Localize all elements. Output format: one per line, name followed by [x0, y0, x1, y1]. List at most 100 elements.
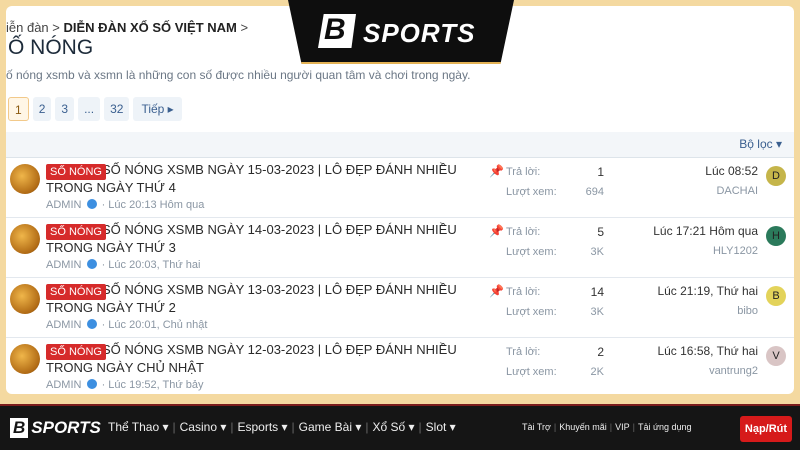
filter-button[interactable]: Bộ lọc ▾: [739, 137, 782, 151]
pin-icon: 📌: [489, 224, 504, 238]
hot-tag-badge: SỐ NÓNG: [46, 284, 106, 300]
views-label: Lượt xem:: [506, 366, 557, 378]
thread-meta: ADMIN · Lúc 20:03, Thứ hai: [46, 259, 200, 271]
author-avatar[interactable]: [10, 284, 40, 314]
page-link[interactable]: 2: [32, 97, 52, 121]
view-count: 3K: [590, 246, 604, 258]
pin-icon: 📌: [489, 164, 504, 178]
bottom-nav-item[interactable]: Game Bài ▾: [299, 420, 362, 434]
replies-label: Trả lời:: [506, 346, 541, 358]
bottom-nav-item[interactable]: Xổ Số ▾: [373, 420, 415, 434]
thread-title[interactable]: SỐ NÓNG XSMB NGÀY 12-03-2023 | LÔ ĐẸP ĐÁ…: [46, 341, 486, 377]
thread-time[interactable]: · Lúc 20:03, Thứ hai: [102, 259, 201, 271]
bottom-logo[interactable]: B SPORTS: [10, 418, 101, 438]
link-divider: |: [632, 422, 635, 432]
last-user-avatar[interactable]: V: [766, 346, 786, 366]
last-user-avatar[interactable]: D: [766, 166, 786, 186]
author-avatar[interactable]: [10, 224, 40, 254]
bottom-nav-item[interactable]: Slot ▾: [426, 420, 456, 434]
bottom-nav-item[interactable]: Thể Thao ▾: [108, 420, 169, 434]
author-name[interactable]: ADMIN: [46, 199, 81, 211]
nav-divider: |: [230, 420, 234, 434]
page-link[interactable]: 32: [104, 97, 130, 121]
deposit-withdraw-button[interactable]: Nạp/Rút: [740, 416, 792, 442]
view-count: 694: [585, 186, 604, 198]
bottom-links: Tài Trợ | Khuyến mãi | VIP | Tải ứng dụng: [522, 422, 692, 432]
bottom-link[interactable]: Khuyến mãi: [559, 422, 607, 432]
reply-count: 5: [597, 225, 604, 239]
replies-label: Trả lời:: [506, 286, 541, 298]
thread-meta: ADMIN · Lúc 19:52, Thứ bảy: [46, 379, 204, 391]
forum-panel: iễn đàn > DIỄN ĐÀN XỔ SỐ VIỆT NAM > Ố NÓ…: [6, 6, 794, 394]
page-title: Ố NÓNG: [8, 36, 94, 59]
bottom-logo-b: B: [10, 418, 29, 438]
view-count: 3K: [590, 306, 604, 318]
bottom-link[interactable]: Tải ứng dụng: [638, 422, 692, 432]
thread-title[interactable]: SỐ NÓNG XSMB NGÀY 14-03-2023 | LÔ ĐẸP ĐÁ…: [46, 221, 486, 257]
breadcrumb-prefix[interactable]: iễn đàn: [6, 20, 49, 35]
thread-title[interactable]: SỐ NÓNG XSMB NGÀY 15-03-2023 | LÔ ĐẸP ĐÁ…: [46, 161, 486, 197]
breadcrumb-separator: >: [52, 20, 60, 35]
breadcrumb: iễn đàn > DIỄN ĐÀN XỔ SỐ VIỆT NAM >: [6, 20, 248, 35]
last-post-user[interactable]: HLY1202: [713, 245, 758, 257]
author-avatar[interactable]: [10, 164, 40, 194]
last-post-time[interactable]: Lúc 08:52: [705, 164, 758, 178]
reply-count: 1: [597, 165, 604, 179]
author-avatar[interactable]: [10, 344, 40, 374]
last-post-user[interactable]: bibo: [737, 305, 758, 317]
reply-count: 2: [597, 345, 604, 359]
thread-meta: ADMIN · Lúc 20:13 Hôm qua: [46, 199, 204, 211]
nav-divider: |: [291, 420, 295, 434]
last-post-user[interactable]: vantrung2: [709, 365, 758, 377]
replies-label: Trả lời:: [506, 226, 541, 238]
bottom-nav-item[interactable]: Esports ▾: [237, 420, 287, 434]
page-link[interactable]: 3: [55, 97, 75, 121]
thread-title[interactable]: SỐ NÓNG XSMB NGÀY 13-03-2023 | LÔ ĐẸP ĐÁ…: [46, 281, 486, 317]
bottom-link[interactable]: VIP: [615, 422, 630, 432]
brand-logo[interactable]: B SPORTS: [288, 0, 514, 64]
nav-divider: |: [365, 420, 369, 434]
views-label: Lượt xem:: [506, 306, 557, 318]
verified-icon: [86, 379, 97, 389]
thread-time[interactable]: · Lúc 19:52, Thứ bảy: [102, 379, 204, 391]
last-post-user[interactable]: DACHAI: [716, 185, 758, 197]
logo-b-letter: B: [324, 13, 346, 46]
author-name[interactable]: ADMIN: [46, 259, 81, 271]
view-count: 2K: [590, 366, 604, 378]
thread-row[interactable]: SỐ NÓNG XSMB NGÀY 12-03-2023 | LÔ ĐẸP ĐÁ…: [6, 338, 794, 394]
hot-tag-badge: SỐ NÓNG: [46, 344, 106, 360]
next-page-button[interactable]: Tiếp ▸: [133, 97, 182, 121]
thread-list: SỐ NÓNG XSMB NGÀY 15-03-2023 | LÔ ĐẸP ĐÁ…: [6, 158, 794, 394]
thread-row[interactable]: SỐ NÓNG XSMB NGÀY 14-03-2023 | LÔ ĐẸP ĐÁ…: [6, 218, 794, 278]
verified-icon: [86, 319, 97, 329]
author-name[interactable]: ADMIN: [46, 379, 81, 391]
thread-time[interactable]: · Lúc 20:13 Hôm qua: [102, 199, 205, 211]
logo-text: SPORTS: [363, 18, 476, 48]
verified-icon: [86, 259, 97, 269]
last-post-time[interactable]: Lúc 16:58, Thứ hai: [657, 344, 758, 358]
page-link[interactable]: 1: [8, 97, 29, 121]
filter-bar: Bộ lọc ▾: [6, 132, 794, 158]
thread-time[interactable]: · Lúc 20:01, Chủ nhật: [102, 319, 208, 331]
pin-icon: 📌: [489, 284, 504, 298]
last-user-avatar[interactable]: B: [766, 286, 786, 306]
thread-row[interactable]: SỐ NÓNG XSMB NGÀY 15-03-2023 | LÔ ĐẸP ĐÁ…: [6, 158, 794, 218]
bottom-nav-item[interactable]: Casino ▾: [180, 420, 227, 434]
breadcrumb-current[interactable]: DIỄN ĐÀN XỔ SỐ VIỆT NAM: [64, 20, 237, 35]
link-divider: |: [553, 422, 557, 432]
thread-meta: ADMIN · Lúc 20:01, Chủ nhật: [46, 319, 207, 331]
verified-icon: [86, 199, 97, 209]
bottom-nav: Thể Thao ▾ | Casino ▾ | Esports ▾ | Game Bài ▾…: [108, 420, 456, 434]
thread-row[interactable]: SỐ NÓNG XSMB NGÀY 13-03-2023 | LÔ ĐẸP ĐÁ…: [6, 278, 794, 338]
pagination: 1 2 3... 32 Tiếp ▸: [8, 97, 182, 121]
last-post-time[interactable]: Lúc 21:19, Thứ hai: [657, 284, 758, 298]
reply-count: 14: [590, 285, 604, 299]
nav-divider: |: [418, 420, 422, 434]
page-link: ...: [78, 97, 101, 121]
bottom-link[interactable]: Tài Trợ: [522, 422, 551, 432]
last-user-avatar[interactable]: H: [766, 226, 786, 246]
breadcrumb-tail: >: [240, 20, 249, 35]
author-name[interactable]: ADMIN: [46, 319, 81, 331]
last-post-time[interactable]: Lúc 17:21 Hôm qua: [653, 224, 758, 238]
hot-tag-badge: SỐ NÓNG: [46, 164, 106, 180]
